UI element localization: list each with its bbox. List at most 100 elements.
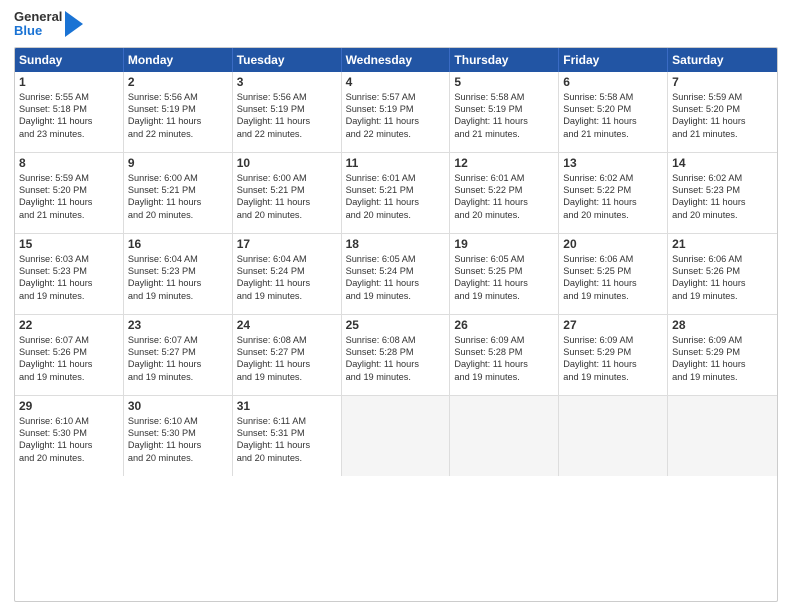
day-info: Sunrise: 6:11 AM Sunset: 5:31 PM Dayligh… <box>237 415 337 465</box>
calendar-day-30: 30Sunrise: 6:10 AM Sunset: 5:30 PM Dayli… <box>124 396 233 476</box>
calendar-day-21: 21 Sunrise: 6:06 AM Sunset: 5:26 PM Dayli… <box>668 234 777 314</box>
weekday-header-monday: Monday <box>124 48 233 72</box>
day-info: Sunrise: 5:57 AM Sunset: 5:19 PM Dayligh… <box>346 91 446 141</box>
day-info: Sunrise: 6:05 AM Sunset: 5:24 PM Dayligh… <box>346 253 446 303</box>
day-number: 1 <box>19 75 119 89</box>
calendar-day-28: 28Sunrise: 6:09 AM Sunset: 5:29 PM Dayli… <box>668 315 777 395</box>
day-number: 11 <box>346 156 446 170</box>
day-number: 13 <box>563 156 663 170</box>
day-info: Sunrise: 5:59 AM Sunset: 5:20 PM Dayligh… <box>672 91 773 141</box>
day-info: Sunrise: 5:56 AM Sunset: 5:19 PM Dayligh… <box>128 91 228 141</box>
day-number: 10 <box>237 156 337 170</box>
day-number: 8 <box>19 156 119 170</box>
weekday-header-tuesday: Tuesday <box>233 48 342 72</box>
day-info: Sunrise: 5:55 AM Sunset: 5:18 PM Dayligh… <box>19 91 119 141</box>
calendar-week-4: 22 Sunrise: 6:07 AM Sunset: 5:26 PM Dayli… <box>15 315 777 396</box>
weekday-header-friday: Friday <box>559 48 668 72</box>
calendar-day-29: 29 Sunrise: 6:10 AM Sunset: 5:30 PM Dayli… <box>15 396 124 476</box>
day-info: Sunrise: 6:04 AM Sunset: 5:23 PM Dayligh… <box>128 253 228 303</box>
header: General Blue <box>14 10 778 39</box>
calendar-day-3: 3 Sunrise: 5:56 AM Sunset: 5:19 PM Daylig… <box>233 72 342 152</box>
day-number: 25 <box>346 318 446 332</box>
day-number: 6 <box>563 75 663 89</box>
calendar-day-26: 26 Sunrise: 6:09 AM Sunset: 5:28 PM Dayli… <box>450 315 559 395</box>
calendar: SundayMondayTuesdayWednesdayThursdayFrid… <box>14 47 778 602</box>
day-info: Sunrise: 6:09 AM Sunset: 5:28 PM Dayligh… <box>454 334 554 384</box>
calendar-day-27: 27 Sunrise: 6:09 AM Sunset: 5:29 PM Dayli… <box>559 315 668 395</box>
calendar-day-8: 8 Sunrise: 5:59 AM Sunset: 5:20 PM Daylig… <box>15 153 124 233</box>
day-info: Sunrise: 6:02 AM Sunset: 5:23 PM Dayligh… <box>672 172 773 222</box>
calendar-week-2: 8 Sunrise: 5:59 AM Sunset: 5:20 PM Daylig… <box>15 153 777 234</box>
calendar-header: SundayMondayTuesdayWednesdayThursdayFrid… <box>15 48 777 72</box>
day-number: 9 <box>128 156 228 170</box>
calendar-empty-cell <box>668 396 777 476</box>
calendar-day-22: 22 Sunrise: 6:07 AM Sunset: 5:26 PM Dayli… <box>15 315 124 395</box>
day-info: Sunrise: 6:00 AM Sunset: 5:21 PM Dayligh… <box>237 172 337 222</box>
day-info: Sunrise: 6:02 AM Sunset: 5:22 PM Dayligh… <box>563 172 663 222</box>
day-number: 26 <box>454 318 554 332</box>
day-number: 23 <box>128 318 228 332</box>
day-info: Sunrise: 6:10 AM Sunset: 5:30 PM Dayligh… <box>128 415 228 465</box>
calendar-day-2: 2 Sunrise: 5:56 AM Sunset: 5:19 PM Daylig… <box>124 72 233 152</box>
day-number: 31 <box>237 399 337 413</box>
day-info: Sunrise: 6:06 AM Sunset: 5:25 PM Dayligh… <box>563 253 663 303</box>
day-info: Sunrise: 6:06 AM Sunset: 5:26 PM Dayligh… <box>672 253 773 303</box>
day-info: Sunrise: 6:10 AM Sunset: 5:30 PM Dayligh… <box>19 415 119 465</box>
calendar-week-1: 1 Sunrise: 5:55 AM Sunset: 5:18 PM Daylig… <box>15 72 777 153</box>
day-info: Sunrise: 6:01 AM Sunset: 5:22 PM Dayligh… <box>454 172 554 222</box>
calendar-day-12: 12 Sunrise: 6:01 AM Sunset: 5:22 PM Dayli… <box>450 153 559 233</box>
day-info: Sunrise: 5:56 AM Sunset: 5:19 PM Dayligh… <box>237 91 337 141</box>
day-number: 2 <box>128 75 228 89</box>
day-info: Sunrise: 6:09 AM Sunset: 5:29 PM Dayligh… <box>563 334 663 384</box>
day-info: Sunrise: 6:08 AM Sunset: 5:27 PM Dayligh… <box>237 334 337 384</box>
logo-text-general: General <box>14 10 62 24</box>
day-number: 17 <box>237 237 337 251</box>
calendar-empty-cell <box>450 396 559 476</box>
calendar-day-10: 10 Sunrise: 6:00 AM Sunset: 5:21 PM Dayli… <box>233 153 342 233</box>
day-number: 27 <box>563 318 663 332</box>
calendar-day-16: 16 Sunrise: 6:04 AM Sunset: 5:23 PM Dayli… <box>124 234 233 314</box>
day-info: Sunrise: 6:05 AM Sunset: 5:25 PM Dayligh… <box>454 253 554 303</box>
calendar-day-31: 31 Sunrise: 6:11 AM Sunset: 5:31 PM Dayli… <box>233 396 342 476</box>
calendar-empty-cell <box>342 396 451 476</box>
page: General Blue SundayMondayTuesdayWednesda… <box>0 0 792 612</box>
day-number: 16 <box>128 237 228 251</box>
day-info: Sunrise: 6:00 AM Sunset: 5:21 PM Dayligh… <box>128 172 228 222</box>
day-number: 12 <box>454 156 554 170</box>
day-info: Sunrise: 6:09 AM Sunset: 5:29 PM Dayligh… <box>672 334 773 384</box>
day-info: Sunrise: 6:07 AM Sunset: 5:26 PM Dayligh… <box>19 334 119 384</box>
day-number: 5 <box>454 75 554 89</box>
calendar-day-5: 5Sunrise: 5:58 AM Sunset: 5:19 PM Daylig… <box>450 72 559 152</box>
calendar-day-23: 23 Sunrise: 6:07 AM Sunset: 5:27 PM Dayli… <box>124 315 233 395</box>
calendar-day-14: 14 Sunrise: 6:02 AM Sunset: 5:23 PM Dayli… <box>668 153 777 233</box>
day-info: Sunrise: 6:01 AM Sunset: 5:21 PM Dayligh… <box>346 172 446 222</box>
day-info: Sunrise: 5:59 AM Sunset: 5:20 PM Dayligh… <box>19 172 119 222</box>
calendar-day-11: 11 Sunrise: 6:01 AM Sunset: 5:21 PM Dayli… <box>342 153 451 233</box>
day-number: 3 <box>237 75 337 89</box>
calendar-day-9: 9 Sunrise: 6:00 AM Sunset: 5:21 PM Daylig… <box>124 153 233 233</box>
day-number: 14 <box>672 156 773 170</box>
calendar-week-5: 29 Sunrise: 6:10 AM Sunset: 5:30 PM Dayli… <box>15 396 777 476</box>
calendar-day-20: 20 Sunrise: 6:06 AM Sunset: 5:25 PM Dayli… <box>559 234 668 314</box>
calendar-day-17: 17Sunrise: 6:04 AM Sunset: 5:24 PM Dayli… <box>233 234 342 314</box>
calendar-day-24: 24 Sunrise: 6:08 AM Sunset: 5:27 PM Dayli… <box>233 315 342 395</box>
logo: General Blue <box>14 10 83 39</box>
weekday-header-thursday: Thursday <box>450 48 559 72</box>
calendar-day-25: 25Sunrise: 6:08 AM Sunset: 5:28 PM Dayli… <box>342 315 451 395</box>
calendar-week-3: 15Sunrise: 6:03 AM Sunset: 5:23 PM Dayli… <box>15 234 777 315</box>
day-number: 18 <box>346 237 446 251</box>
day-number: 24 <box>237 318 337 332</box>
day-number: 15 <box>19 237 119 251</box>
calendar-day-15: 15Sunrise: 6:03 AM Sunset: 5:23 PM Dayli… <box>15 234 124 314</box>
weekday-header-saturday: Saturday <box>668 48 777 72</box>
calendar-day-4: 4Sunrise: 5:57 AM Sunset: 5:19 PM Daylig… <box>342 72 451 152</box>
day-number: 7 <box>672 75 773 89</box>
day-number: 22 <box>19 318 119 332</box>
weekday-header-wednesday: Wednesday <box>342 48 451 72</box>
day-info: Sunrise: 6:07 AM Sunset: 5:27 PM Dayligh… <box>128 334 228 384</box>
logo-arrow-icon <box>65 11 83 37</box>
day-number: 29 <box>19 399 119 413</box>
calendar-day-6: 6Sunrise: 5:58 AM Sunset: 5:20 PM Daylig… <box>559 72 668 152</box>
day-number: 20 <box>563 237 663 251</box>
day-number: 21 <box>672 237 773 251</box>
